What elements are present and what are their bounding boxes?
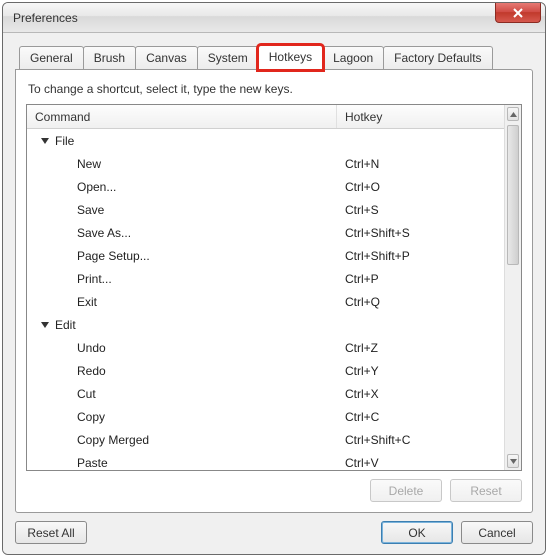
row-label: Open...	[77, 180, 116, 194]
tree-item[interactable]: New Ctrl+N	[27, 152, 504, 175]
row-label: Copy Merged	[77, 433, 149, 447]
tab-system[interactable]: System	[197, 46, 259, 69]
row-label: Copy	[77, 410, 105, 424]
tree-item[interactable]: Redo Ctrl+Y	[27, 359, 504, 382]
row-label: Save As...	[77, 226, 131, 240]
row-hotkey: Ctrl+C	[337, 410, 504, 424]
row-hotkey: Ctrl+V	[337, 456, 504, 470]
row-label: Exit	[77, 295, 97, 309]
list-body: FileNewCtrl+NOpen...Ctrl+OSaveCtrl+SSave…	[27, 129, 504, 470]
row-label: Undo	[77, 341, 106, 355]
row-hotkey: Ctrl+Q	[337, 295, 504, 309]
row-label: Page Setup...	[77, 249, 150, 263]
window-title: Preferences	[13, 11, 78, 25]
tree-item[interactable]: Open... Ctrl+O	[27, 175, 504, 198]
scroll-up-button[interactable]	[507, 107, 519, 121]
row-label: Save	[77, 203, 104, 217]
scroll-thumb[interactable]	[507, 125, 519, 265]
hotkeys-panel: To change a shortcut, select it, type th…	[15, 69, 533, 513]
tree-item[interactable]: Cut Ctrl+X	[27, 382, 504, 405]
panel-button-row: Delete Reset	[26, 479, 522, 502]
row-label: File	[55, 134, 74, 148]
tree-item[interactable]: Save As... Ctrl+Shift+S	[27, 221, 504, 244]
column-header-command[interactable]: Command	[27, 105, 337, 128]
row-hotkey: Ctrl+X	[337, 387, 504, 401]
tree-group[interactable]: File	[27, 129, 504, 152]
vertical-scrollbar[interactable]	[504, 105, 521, 470]
row-hotkey: Ctrl+Shift+S	[337, 226, 504, 240]
tree-item[interactable]: Print... Ctrl+P	[27, 267, 504, 290]
row-hotkey: Ctrl+O	[337, 180, 504, 194]
row-label: Redo	[77, 364, 106, 378]
tree-group[interactable]: Edit	[27, 313, 504, 336]
row-label: Edit	[55, 318, 76, 332]
preferences-window: Preferences GeneralBrushCanvasSystemHotk…	[2, 2, 546, 555]
reset-button[interactable]: Reset	[450, 479, 522, 502]
tab-lagoon[interactable]: Lagoon	[322, 46, 384, 69]
scroll-down-button[interactable]	[507, 454, 519, 468]
row-hotkey: Ctrl+Shift+C	[337, 433, 504, 447]
ok-button[interactable]: OK	[381, 521, 453, 544]
row-label: Cut	[77, 387, 96, 401]
row-hotkey: Ctrl+S	[337, 203, 504, 217]
hotkey-list: Command Hotkey FileNew Ctrl+N Open... Ctrl+…	[26, 104, 522, 471]
row-hotkey: Ctrl+Y	[337, 364, 504, 378]
row-label: Paste	[77, 456, 108, 470]
tab-brush[interactable]: Brush	[83, 46, 136, 69]
row-hotkey: Ctrl+Shift+P	[337, 249, 504, 263]
close-icon	[513, 8, 523, 18]
tabstrip: GeneralBrushCanvasSystemHotkeysLagoonFac…	[19, 45, 533, 69]
dialog-button-row: Reset All OK Cancel	[15, 513, 533, 544]
window-content: GeneralBrushCanvasSystemHotkeysLagoonFac…	[3, 33, 545, 554]
close-button[interactable]	[495, 3, 541, 23]
row-hotkey: Ctrl+N	[337, 157, 504, 171]
row-label: Print...	[77, 272, 112, 286]
tree-item[interactable]: Save Ctrl+S	[27, 198, 504, 221]
row-hotkey: Ctrl+Z	[337, 341, 504, 355]
column-header-hotkey[interactable]: Hotkey	[337, 105, 504, 128]
tree-item[interactable]: Paste Ctrl+V	[27, 451, 504, 470]
tree-item[interactable]: Undo Ctrl+Z	[27, 336, 504, 359]
expand-collapse-icon[interactable]	[41, 322, 49, 328]
instruction-text: To change a shortcut, select it, type th…	[28, 82, 522, 96]
cancel-button[interactable]: Cancel	[461, 521, 533, 544]
tree-item[interactable]: Exit Ctrl+Q	[27, 290, 504, 313]
tab-hotkeys[interactable]: Hotkeys	[258, 45, 323, 70]
tree-item[interactable]: Copy Ctrl+C	[27, 405, 504, 428]
list-viewport: Command Hotkey FileNew Ctrl+N Open... Ctrl+…	[27, 105, 504, 470]
titlebar: Preferences	[3, 3, 545, 33]
delete-button[interactable]: Delete	[370, 479, 442, 502]
list-header: Command Hotkey	[27, 105, 504, 129]
tab-factory-defaults[interactable]: Factory Defaults	[383, 46, 492, 69]
expand-collapse-icon[interactable]	[41, 138, 49, 144]
row-hotkey: Ctrl+P	[337, 272, 504, 286]
row-label: New	[77, 157, 101, 171]
tab-canvas[interactable]: Canvas	[135, 46, 198, 69]
reset-all-button[interactable]: Reset All	[15, 521, 87, 544]
tab-general[interactable]: General	[19, 46, 84, 69]
tree-item[interactable]: Copy Merged Ctrl+Shift+C	[27, 428, 504, 451]
tree-item[interactable]: Page Setup... Ctrl+Shift+P	[27, 244, 504, 267]
